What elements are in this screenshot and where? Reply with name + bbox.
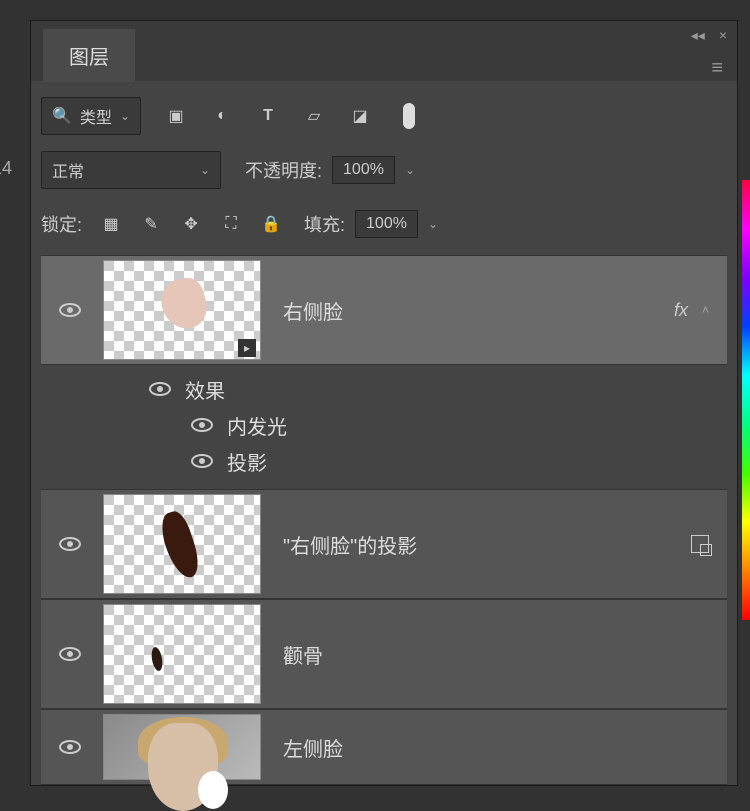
panel-menu-icon[interactable]: ≡ xyxy=(711,57,723,80)
lock-artboard-icon[interactable]: ⛶ xyxy=(218,211,244,237)
smartobj-filter-icon[interactable]: ◪ xyxy=(347,103,373,129)
panel-body: 🔍 类型 ⌄ ▣ ◐ T ▱ ◪ 正常 ⌄ 不透明度: 100% ⌄ 锁定: xyxy=(31,81,737,785)
blend-mode-value: 正常 xyxy=(52,158,84,182)
layers-tab[interactable]: 图层 xyxy=(43,29,135,82)
layer-name[interactable]: "右侧脸"的投影 xyxy=(283,530,417,559)
panel-header: 图层 ◂◂ × ≡ xyxy=(31,21,737,81)
layer-name[interactable]: 右侧脸 xyxy=(283,296,343,325)
effect-item[interactable]: 内发光 xyxy=(41,407,727,443)
lock-all-icon[interactable]: 🔒 xyxy=(258,211,284,237)
filter-kind-select[interactable]: 🔍 类型 ⌄ xyxy=(41,97,141,135)
opacity-label: 不透明度: xyxy=(245,157,322,183)
layer-thumbnail[interactable] xyxy=(103,714,261,780)
smart-object-badge: ▸ xyxy=(238,339,256,357)
opacity-value[interactable]: 100% xyxy=(332,156,395,184)
effect-name: 投影 xyxy=(227,447,267,476)
lock-label: 锁定: xyxy=(41,211,82,237)
layers-list: ▸ 右侧脸 fx ˄ 效果 内发光 投影 xyxy=(41,255,727,785)
lock-transparent-icon[interactable]: ▦ xyxy=(98,211,124,237)
visibility-eye-icon[interactable] xyxy=(59,537,81,551)
shape-filter-icon[interactable]: ▱ xyxy=(301,103,327,129)
chevron-down-icon[interactable]: ⌄ xyxy=(405,163,415,177)
blend-mode-select[interactable]: 正常 ⌄ xyxy=(41,151,221,189)
link-icon[interactable] xyxy=(691,535,709,553)
chevron-down-icon: ⌄ xyxy=(200,163,210,177)
search-icon: 🔍 xyxy=(52,106,72,126)
collapse-icon[interactable]: ◂◂ xyxy=(691,27,705,44)
layer-thumbnail[interactable] xyxy=(103,494,261,594)
chevron-up-icon[interactable]: ˄ xyxy=(702,303,709,317)
chevron-down-icon: ⌄ xyxy=(120,109,130,123)
effect-name: 内发光 xyxy=(227,411,287,440)
color-swatch-strip[interactable] xyxy=(742,180,750,620)
layer-name[interactable]: 颧骨 xyxy=(283,640,323,669)
lock-position-icon[interactable]: ✥ xyxy=(178,211,204,237)
blend-row: 正常 ⌄ 不透明度: 100% ⌄ xyxy=(41,147,727,193)
lock-row: 锁定: ▦ ✎ ✥ ⛶ 🔒 填充: 100% ⌄ xyxy=(41,201,727,247)
layer-thumbnail[interactable]: ▸ xyxy=(103,260,261,360)
fill-label: 填充: xyxy=(304,211,345,237)
adjustment-filter-icon[interactable]: ◐ xyxy=(209,103,235,129)
layer-row[interactable]: 左侧脸 xyxy=(41,709,727,785)
layer-thumbnail[interactable] xyxy=(103,604,261,704)
visibility-eye-icon[interactable] xyxy=(191,418,213,432)
layer-row[interactable]: 颧骨 xyxy=(41,599,727,709)
type-filter-icon[interactable]: T xyxy=(255,103,281,129)
layer-effects-list: 效果 内发光 投影 xyxy=(41,365,727,489)
effect-item[interactable]: 投影 xyxy=(41,443,727,479)
fx-badge[interactable]: fx xyxy=(674,300,688,321)
visibility-eye-icon[interactable] xyxy=(149,382,171,396)
visibility-eye-icon[interactable] xyxy=(191,454,213,468)
effects-title: 效果 xyxy=(185,375,225,404)
close-icon[interactable]: × xyxy=(719,27,727,44)
layer-name[interactable]: 左侧脸 xyxy=(283,733,343,762)
filter-kind-label: 类型 xyxy=(80,104,112,128)
visibility-eye-icon[interactable] xyxy=(59,740,81,754)
filter-toggle[interactable] xyxy=(403,103,415,129)
visibility-eye-icon[interactable] xyxy=(59,303,81,317)
lock-paint-icon[interactable]: ✎ xyxy=(138,211,164,237)
visibility-eye-icon[interactable] xyxy=(59,647,81,661)
pixel-filter-icon[interactable]: ▣ xyxy=(163,103,189,129)
layer-row[interactable]: ▸ 右侧脸 fx ˄ xyxy=(41,255,727,365)
side-number: 2714 xyxy=(0,158,12,179)
layer-row[interactable]: "右侧脸"的投影 xyxy=(41,489,727,599)
effects-header[interactable]: 效果 xyxy=(41,371,727,407)
filter-row: 🔍 类型 ⌄ ▣ ◐ T ▱ ◪ xyxy=(41,93,727,139)
chevron-down-icon[interactable]: ⌄ xyxy=(428,217,438,231)
fill-value[interactable]: 100% xyxy=(355,210,418,238)
layers-panel: 图层 ◂◂ × ≡ 🔍 类型 ⌄ ▣ ◐ T ▱ ◪ 正常 xyxy=(30,20,738,786)
